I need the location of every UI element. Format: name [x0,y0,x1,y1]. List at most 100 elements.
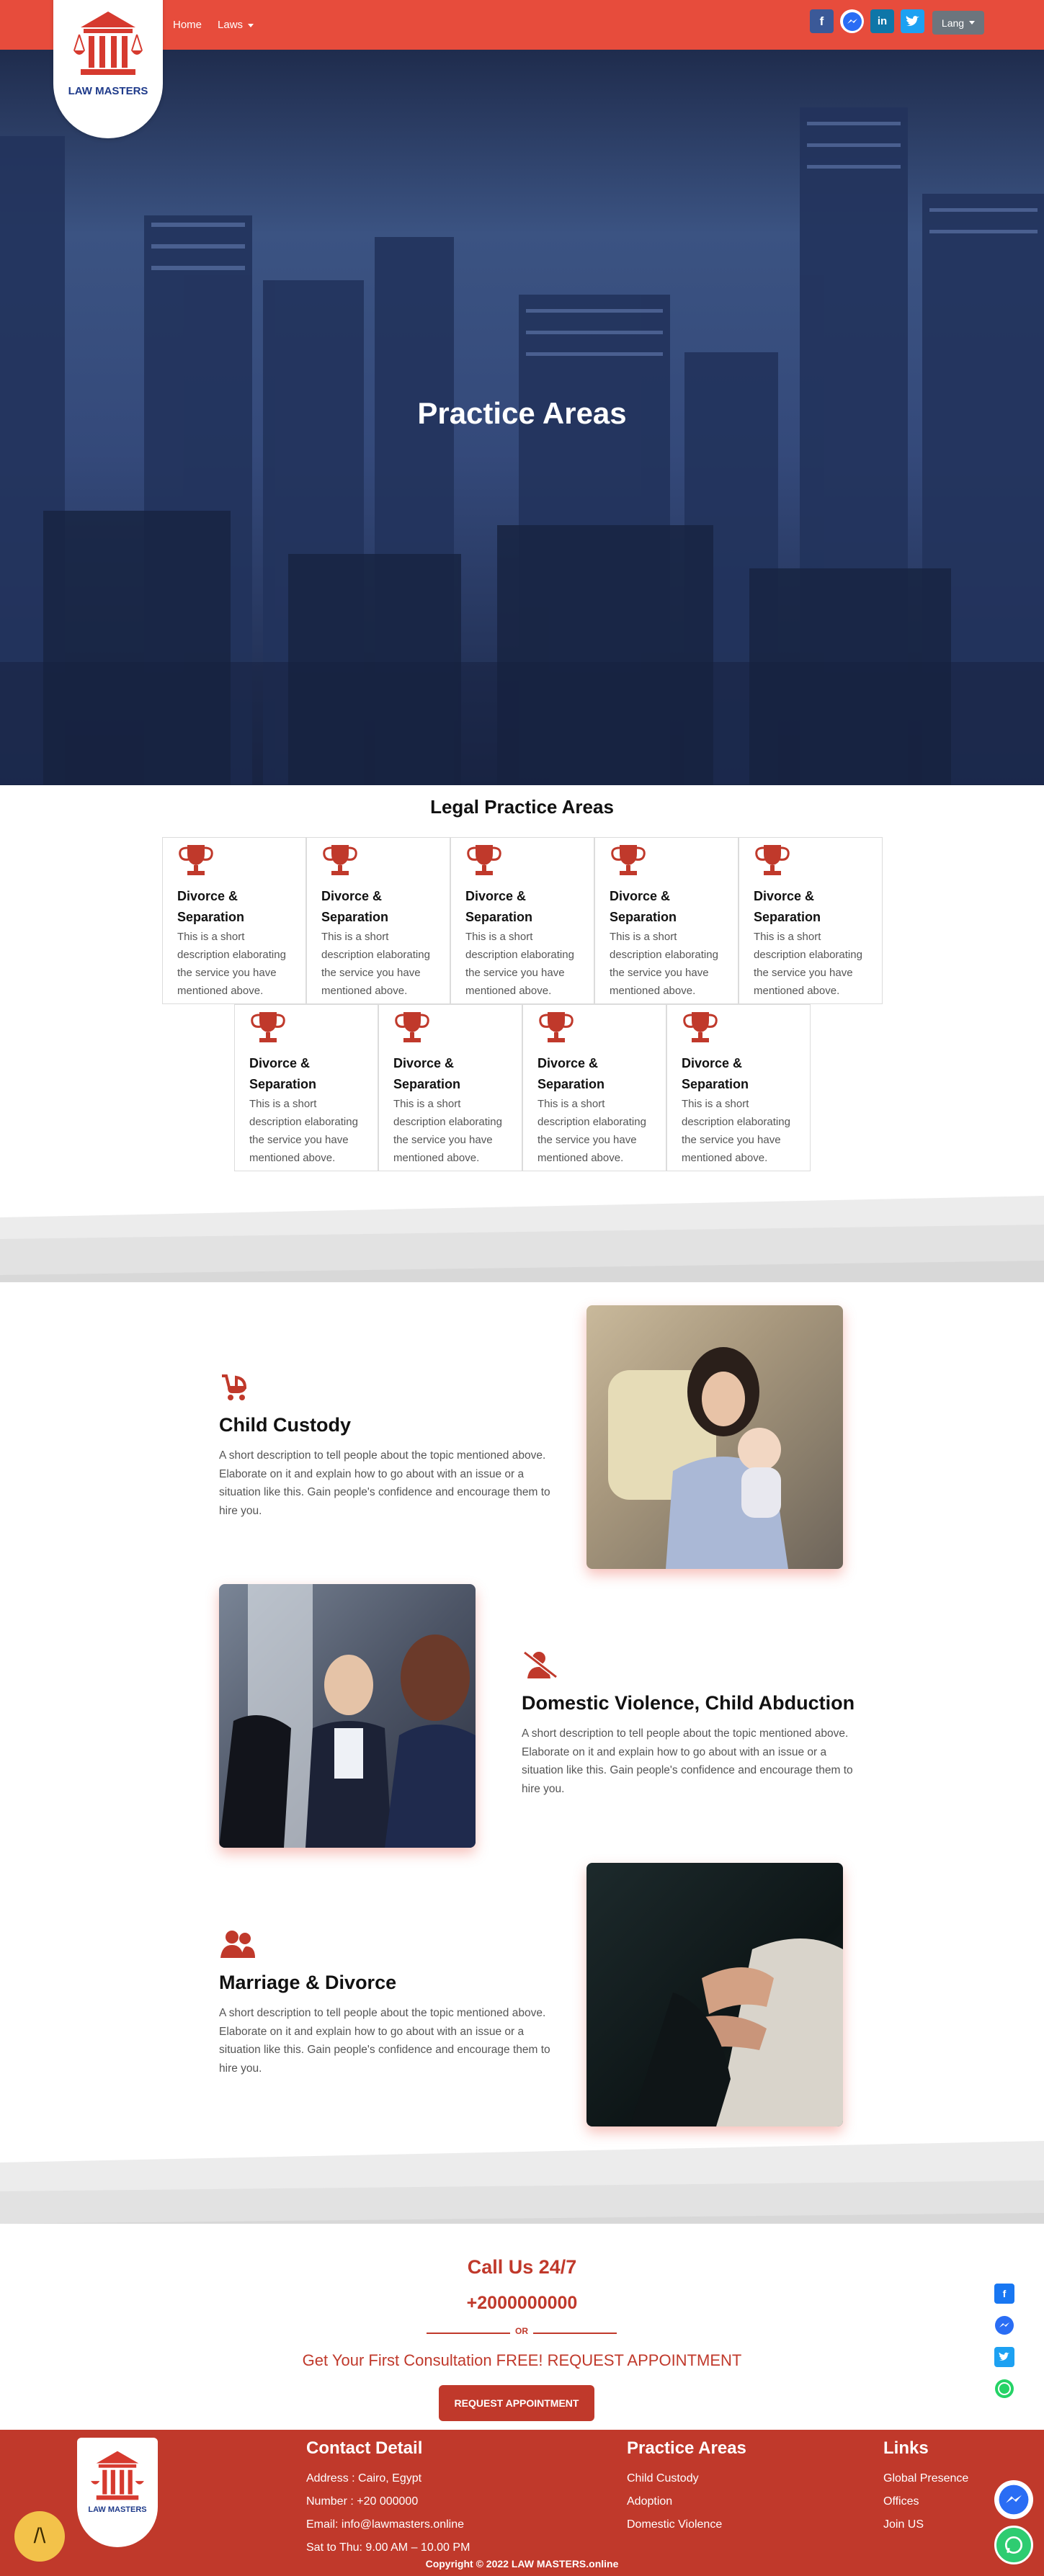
trophy-icon [179,845,213,875]
practice-card[interactable]: Divorce & Separation This is a short desc… [162,837,306,1004]
practice-card[interactable]: Divorce & Separation This is a short desc… [522,1004,666,1171]
whatsapp-icon[interactable] [994,2379,1014,2399]
lang-dropdown[interactable]: Lang [932,11,984,35]
footer-contact-title: Contact Detail [306,2438,423,2458]
card-title: Divorce & Separation [177,889,245,924]
wave-divider [0,1196,1044,1282]
practice-card[interactable]: Divorce & Separation This is a short desc… [306,837,450,1004]
messenger-chat-icon[interactable] [994,2480,1033,2519]
feature-child-custody: Child Custody A short description to tel… [219,1372,565,1520]
feature-desc: A short description to tell people about… [522,1727,853,1795]
floating-social-icons: f [994,2284,1014,2399]
messenger-icon[interactable] [840,9,864,33]
chevron-down-icon [969,21,976,24]
hero-banner: Practice Areas [0,50,1044,785]
feature-title: Marriage & Divorce [219,1972,397,1993]
facebook-icon[interactable]: f [994,2284,1014,2304]
footer-link-child-custody[interactable]: Child Custody [627,2467,746,2490]
feature-title: Child Custody [219,1414,351,1436]
card-title: Divorce & Separation [321,889,389,924]
practice-card[interactable]: Divorce & Separation This is a short desc… [594,837,739,1004]
courthouse-scales-icon [91,2451,144,2500]
trophy-icon [539,1012,574,1042]
card-desc: This is a short description elaborating … [249,1098,358,1164]
accessibility-widget-icon[interactable]: /\ [14,2511,65,2562]
feature-title: Domestic Violence, Child Abduction [522,1692,855,1714]
card-desc: This is a short description elaborating … [610,931,718,997]
card-title: Divorce & Separation [754,889,821,924]
footer-address: Address : Cairo, Egypt [306,2472,422,2485]
card-desc: This is a short description elaborating … [393,1098,502,1164]
practice-card[interactable]: Divorce & Separation This is a short desc… [378,1004,522,1171]
page-title: Practice Areas [417,396,627,430]
whatsapp-chat-icon[interactable] [994,2526,1033,2564]
request-appointment-button[interactable]: REQUEST APPOINTMENT [439,2385,594,2421]
footer-logo[interactable]: LAW MASTERS [77,2438,158,2547]
card-desc: This is a short description elaborating … [537,1098,646,1164]
users-icon [220,1931,255,1958]
feature-marriage-divorce: Marriage & Divorce A short description t… [219,1929,565,2078]
nav-laws-dropdown[interactable]: Laws [218,19,254,31]
call-number-link[interactable]: +2000000000 [0,2293,1044,2314]
practice-card[interactable]: Divorce & Separation This is a short desc… [739,837,883,1004]
social-links: f in [810,9,924,33]
footer-link-join-us[interactable]: Join US [883,2513,968,2536]
nav-links: Home Laws [173,19,254,31]
lang-label: Lang [941,17,965,29]
nav-laws-label: Laws [218,19,244,31]
twitter-icon[interactable] [901,9,924,33]
trophy-icon [323,845,357,875]
card-title: Divorce & Separation [249,1056,317,1091]
card-title: Divorce & Separation [610,889,677,924]
footer-email[interactable]: Email: info@lawmasters.online [306,2513,470,2536]
footer-links: Links Global Presence Offices Join US [883,2438,968,2536]
trophy-icon [611,845,646,875]
brand-logo[interactable]: LAW MASTERS [53,0,163,138]
or-label: OR [510,2326,533,2336]
card-desc: This is a short description elaborating … [682,1098,790,1164]
card-title: Divorce & Separation [465,889,533,924]
trophy-icon [755,845,790,875]
linkedin-icon[interactable]: in [870,9,894,33]
messenger-icon[interactable] [994,2315,1014,2335]
practice-card[interactable]: Divorce & Separation This is a short desc… [666,1004,811,1171]
brand-name: LAW MASTERS [68,85,148,97]
footer-link-domestic-violence[interactable]: Domestic Violence [627,2513,746,2536]
footer-link-global-presence[interactable]: Global Presence [883,2467,968,2490]
practice-card[interactable]: Divorce & Separation This is a short desc… [234,1004,378,1171]
trophy-icon [467,845,501,875]
call-title: Call Us 24/7 [467,2256,577,2278]
consultation-text: Get Your First Consultation FREE! REQUES… [302,2351,742,2369]
card-title: Divorce & Separation [682,1056,749,1091]
card-desc: This is a short description elaborating … [754,931,862,997]
marriage-divorce-photo [586,1863,843,2126]
footer-link-adoption[interactable]: Adoption [627,2490,746,2513]
user-slash-icon [523,1650,558,1679]
facebook-icon[interactable]: f [810,9,834,33]
card-desc: This is a short description elaborating … [465,931,574,997]
card-title: Divorce & Separation [393,1056,461,1091]
footer-link-offices[interactable]: Offices [883,2490,968,2513]
card-desc: This is a short description elaborating … [321,931,430,997]
legal-section-title: Legal Practice Areas [430,796,614,818]
footer-links-title: Links [883,2438,929,2458]
baby-carriage-icon [222,1374,247,1400]
card-desc: This is a short description elaborating … [177,931,286,997]
trophy-icon [395,1012,429,1042]
feature-desc: A short description to tell people about… [219,2007,550,2075]
nav-home-link[interactable]: Home [173,19,202,31]
feature-domestic-violence: Domestic Violence, Child Abduction A sho… [522,1650,867,1798]
footer-number[interactable]: Number : +20 000000 [306,2490,470,2513]
wave-divider [0,2141,1044,2224]
trophy-icon [683,1012,718,1042]
copyright: Copyright © 2022 LAW MASTERS.online [425,2558,619,2570]
feature-desc: A short description to tell people about… [219,1449,550,1517]
footer: LAW MASTERS Contact Detail Address : Cai… [0,2430,1044,2576]
chevron-down-icon [248,23,254,27]
card-title: Divorce & Separation [537,1056,605,1091]
twitter-icon[interactable] [994,2347,1014,2367]
brand-name: LAW MASTERS [88,2505,147,2514]
footer-practice: Practice Areas Child Custody Adoption Do… [627,2438,746,2536]
practice-card[interactable]: Divorce & Separation This is a short desc… [450,837,594,1004]
footer-contact: Contact Detail Address : Cairo, Egypt Nu… [306,2438,470,2559]
